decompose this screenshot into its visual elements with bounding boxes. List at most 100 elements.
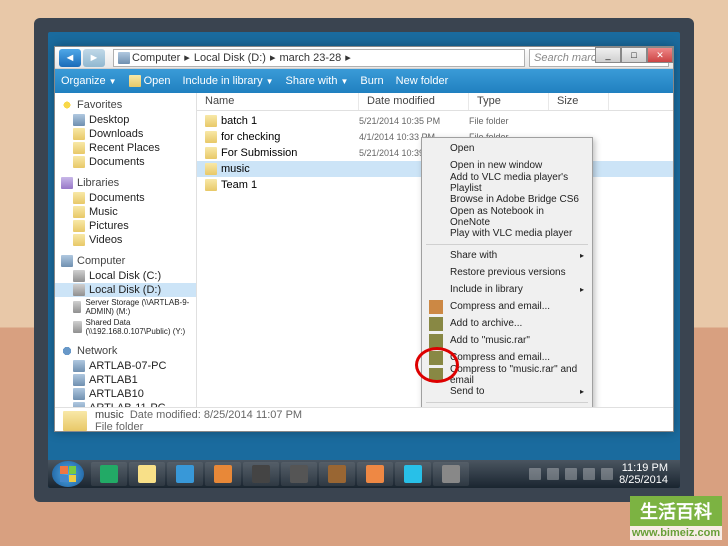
sidebar-item-desktop[interactable]: Desktop: [55, 113, 196, 127]
file-name: batch 1: [221, 115, 257, 127]
menu-separator: [426, 402, 588, 403]
taskbar-button-app3[interactable]: [319, 462, 355, 486]
taskbar-button-ie[interactable]: [167, 462, 203, 486]
start-button[interactable]: [52, 461, 84, 487]
column-type[interactable]: Type: [469, 93, 549, 110]
share-with-menu[interactable]: Share with▼: [286, 75, 349, 87]
context-menu-item[interactable]: Share with: [424, 247, 590, 264]
sidebar-item-recent[interactable]: Recent Places: [55, 141, 196, 155]
menu-item-icon: [429, 351, 443, 365]
taskbar-button-app2[interactable]: [281, 462, 317, 486]
sidebar-item-drive-c[interactable]: Local Disk (C:): [55, 269, 196, 283]
context-menu-item[interactable]: Restore previous versions: [424, 264, 590, 281]
folder-icon: [73, 206, 85, 218]
drive-icon: [73, 284, 85, 296]
context-menu-item[interactable]: Open as Notebook in OneNote: [424, 208, 590, 225]
context-menu-item[interactable]: Include in library: [424, 281, 590, 298]
breadcrumb[interactable]: Computer: [130, 52, 182, 64]
sidebar-item-downloads[interactable]: Downloads: [55, 127, 196, 141]
pc-icon: [73, 402, 85, 407]
include-library-menu[interactable]: Include in library▼: [182, 75, 273, 87]
sidebar-item-lib-music[interactable]: Music: [55, 205, 196, 219]
tray-icon[interactable]: [529, 468, 541, 480]
context-menu-item[interactable]: Compress to "music.rar" and email: [424, 366, 590, 383]
titlebar: ◄ ► Computer▸ Local Disk (D:)▸ march 23-…: [55, 47, 673, 69]
close-button[interactable]: ✕: [647, 47, 673, 63]
file-row[interactable]: batch 15/21/2014 10:35 PMFile folder: [197, 113, 673, 129]
app4-icon: [442, 465, 460, 483]
sidebar-item-network-pc[interactable]: ARTLAB-07-PC: [55, 359, 196, 373]
organize-menu[interactable]: Organize▼: [61, 75, 117, 87]
sidebar-item-network-pc[interactable]: ARTLAB-11-PC: [55, 401, 196, 407]
file-name: music: [221, 163, 250, 175]
context-menu-item[interactable]: Cut: [424, 405, 590, 407]
breadcrumb[interactable]: march 23-28: [277, 52, 343, 64]
tray-icon[interactable]: [583, 468, 595, 480]
pc-icon: [73, 360, 85, 372]
sidebar-item-shared-data[interactable]: Shared Data (\\192.168.0.107\Public) (Y:…: [55, 317, 196, 337]
column-date[interactable]: Date modified: [359, 93, 469, 110]
taskbar-button-chrome[interactable]: [357, 462, 393, 486]
network-header[interactable]: Network: [55, 343, 196, 359]
context-menu-item[interactable]: Send to: [424, 383, 590, 400]
network-drive-icon: [73, 301, 81, 313]
taskbar-button-skype[interactable]: [395, 462, 431, 486]
taskbar-button-explorer[interactable]: [129, 462, 165, 486]
open-icon: [129, 75, 141, 87]
context-menu-item[interactable]: Add to "music.rar": [424, 332, 590, 349]
open-button[interactable]: Open: [129, 75, 171, 87]
sidebar-item-server-storage[interactable]: Server Storage (\\ARTLAB-9-ADMIN) (M:): [55, 297, 196, 317]
column-name[interactable]: Name: [197, 93, 359, 110]
favorites-header[interactable]: Favorites: [55, 97, 196, 113]
context-menu-item[interactable]: Add to VLC media player's Playlist: [424, 174, 590, 191]
sidebar-item-network-pc[interactable]: ARTLAB10: [55, 387, 196, 401]
337-icon: [100, 465, 118, 483]
network-drive-icon: [73, 321, 82, 333]
context-menu-item[interactable]: Open: [424, 140, 590, 157]
address-bar[interactable]: Computer▸ Local Disk (D:)▸ march 23-28▸: [113, 49, 525, 67]
taskbar-button-wmp[interactable]: [205, 462, 241, 486]
nav-forward-button[interactable]: ►: [83, 49, 105, 67]
desktop-icon: [73, 114, 85, 126]
column-size[interactable]: Size: [549, 93, 609, 110]
volume-icon[interactable]: [601, 468, 613, 480]
context-menu-item[interactable]: Compress and email...: [424, 298, 590, 315]
status-meta: Date modified: 8/25/2014 11:07 PM: [130, 409, 302, 421]
file-type: File folder: [469, 116, 549, 126]
system-tray: 11:19 PM 8/25/2014: [529, 462, 676, 486]
sidebar-item-lib-documents[interactable]: Documents: [55, 191, 196, 205]
sidebar-item-lib-videos[interactable]: Videos: [55, 233, 196, 247]
explorer-icon: [138, 465, 156, 483]
taskbar-button-app1[interactable]: [243, 462, 279, 486]
sidebar-item-network-pc[interactable]: ARTLAB1: [55, 373, 196, 387]
burn-button[interactable]: Burn: [360, 75, 383, 87]
taskbar-button-337[interactable]: [91, 462, 127, 486]
new-folder-button[interactable]: New folder: [396, 75, 449, 87]
context-menu-item[interactable]: Add to archive...: [424, 315, 590, 332]
skype-icon: [404, 465, 422, 483]
library-icon: [61, 177, 73, 189]
file-name: For Submission: [221, 147, 297, 159]
folder-icon: [73, 128, 85, 140]
maximize-button[interactable]: □: [621, 47, 647, 63]
sidebar-item-lib-pictures[interactable]: Pictures: [55, 219, 196, 233]
wmp-icon: [214, 465, 232, 483]
menu-item-icon: [429, 334, 443, 348]
tray-icon[interactable]: [565, 468, 577, 480]
app2-icon: [290, 465, 308, 483]
taskbar-button-app4[interactable]: [433, 462, 469, 486]
tray-icon[interactable]: [547, 468, 559, 480]
pc-icon: [73, 388, 85, 400]
computer-header[interactable]: Computer: [55, 253, 196, 269]
menu-item-icon: [429, 300, 443, 314]
status-type: File folder: [95, 421, 302, 433]
context-menu-item[interactable]: Play with VLC media player: [424, 225, 590, 242]
minimize-button[interactable]: _: [595, 47, 621, 63]
libraries-header[interactable]: Libraries: [55, 175, 196, 191]
clock[interactable]: 11:19 PM 8/25/2014: [619, 462, 668, 486]
watermark-url: www.bimeiz.com: [630, 526, 722, 540]
sidebar-item-drive-d[interactable]: Local Disk (D:): [55, 283, 196, 297]
breadcrumb[interactable]: Local Disk (D:): [192, 52, 268, 64]
nav-back-button[interactable]: ◄: [59, 49, 81, 67]
sidebar-item-documents[interactable]: Documents: [55, 155, 196, 169]
